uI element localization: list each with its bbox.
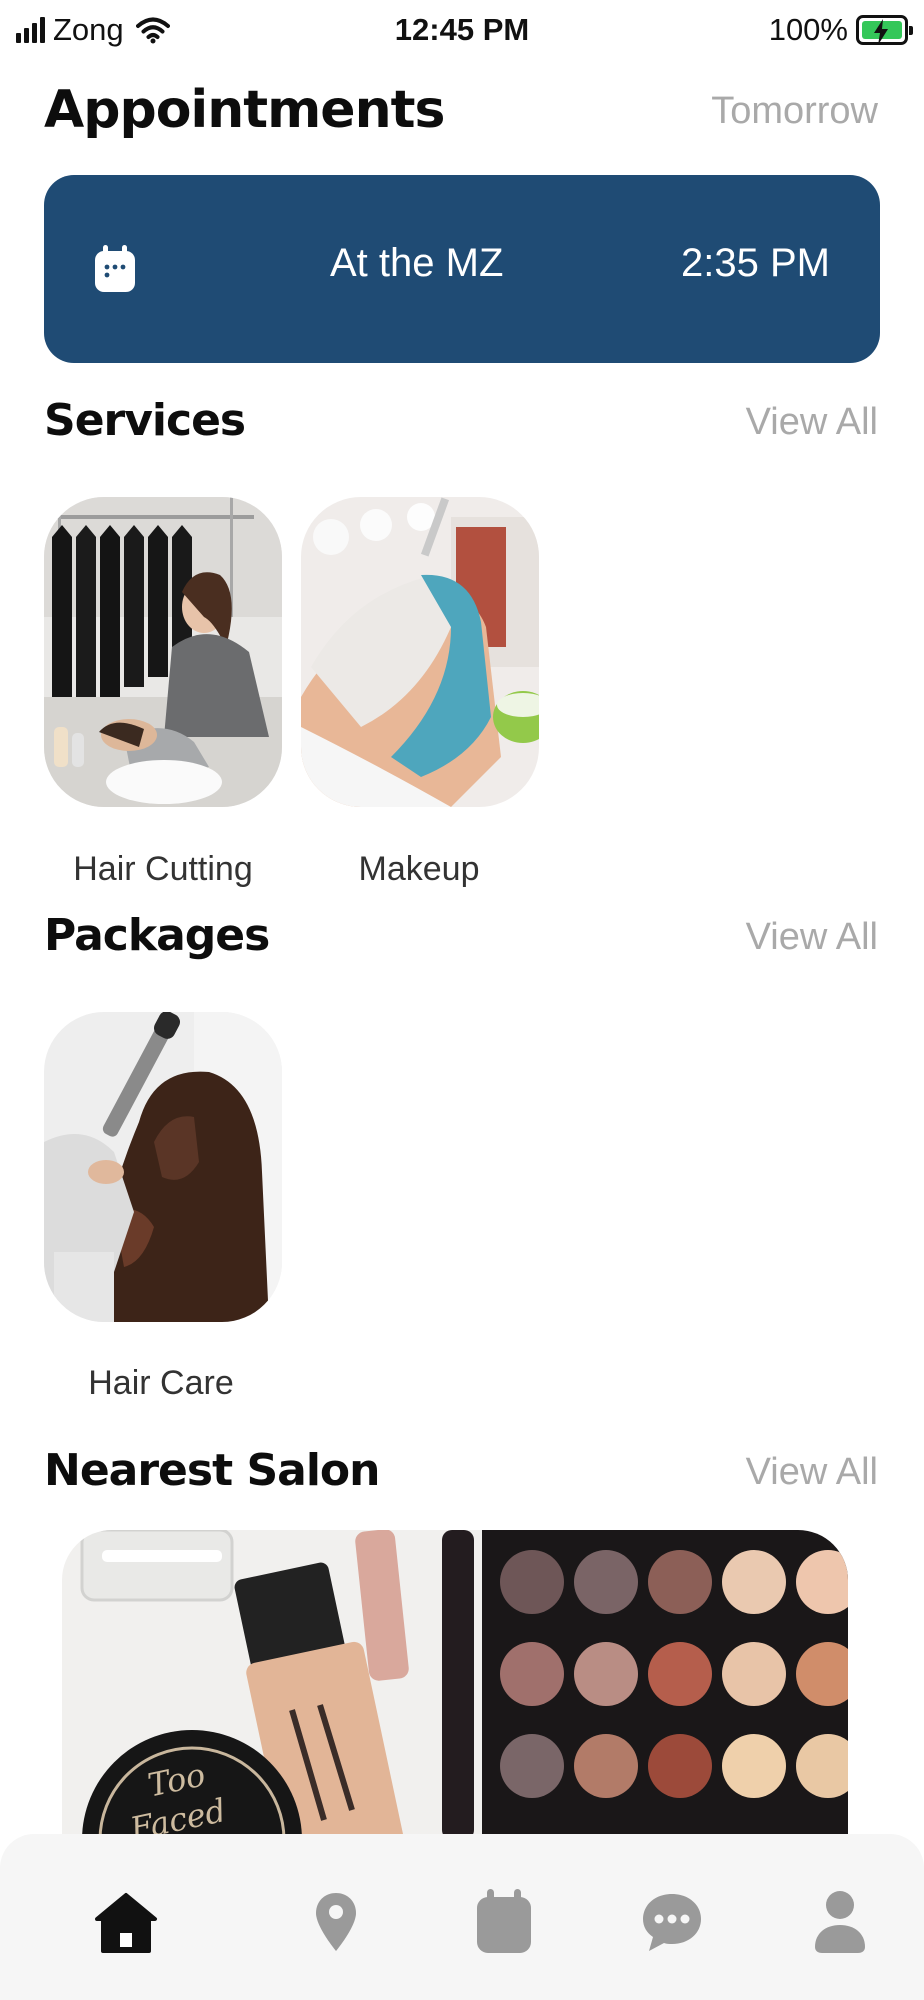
eyeshadow-pan	[574, 1734, 638, 1798]
salon-hair-wash-photo	[44, 497, 282, 807]
nav-profile[interactable]	[800, 1882, 880, 1962]
package-label-hair-care: Hair Care	[88, 1364, 234, 1402]
hair-curling-photo	[44, 1012, 282, 1322]
services-view-all-link[interactable]: View All	[746, 401, 878, 444]
nearest-salon-view-all-link[interactable]: View All	[746, 1451, 878, 1494]
eyeshadow-pan	[722, 1550, 786, 1614]
packages-view-all-link[interactable]: View All	[746, 916, 878, 959]
service-label-hair-cutting: Hair Cutting	[73, 850, 253, 888]
bottom-nav-bar	[0, 1834, 924, 2000]
eyeshadow-pan	[648, 1642, 712, 1706]
package-tile-hair-care[interactable]	[44, 1012, 282, 1322]
eyeshadow-pan	[648, 1550, 712, 1614]
home-icon	[95, 1893, 157, 1953]
battery-percentage: 100%	[768, 12, 848, 47]
chat-bubble-icon	[643, 1894, 701, 1951]
nav-location[interactable]	[296, 1882, 376, 1962]
eyeshadow-pan	[500, 1550, 564, 1614]
nav-messages[interactable]	[632, 1882, 712, 1962]
calendar-icon	[95, 245, 135, 292]
eyeshadow-pan	[574, 1550, 638, 1614]
service-tile-makeup[interactable]	[301, 497, 539, 807]
nearest-salon-title: Nearest Salon	[44, 1445, 380, 1496]
profile-icon	[815, 1891, 865, 1953]
eyeshadow-pan	[722, 1642, 786, 1706]
appointment-place: At the MZ	[330, 241, 504, 285]
services-title: Services	[44, 395, 246, 446]
location-pin-icon	[316, 1893, 356, 1951]
battery-icon	[856, 15, 913, 45]
tomorrow-filter-link[interactable]: Tomorrow	[711, 90, 878, 133]
eyeshadow-pan	[574, 1642, 638, 1706]
packages-title: Packages	[44, 910, 270, 961]
appointment-card[interactable]: At the MZ 2:35 PM	[44, 175, 880, 363]
service-label-makeup: Makeup	[358, 850, 480, 888]
makeup-products-photo: Too Faced	[62, 1530, 848, 1860]
battery-level-fill	[862, 19, 902, 45]
charging-bolt-icon	[874, 19, 888, 45]
eyeshadow-pan	[648, 1734, 712, 1798]
nearest-salon-card[interactable]: Too Faced	[62, 1530, 848, 1860]
status-right: 100%	[768, 12, 913, 48]
nav-appointments[interactable]	[464, 1882, 544, 1962]
appointment-time: 2:35 PM	[681, 241, 830, 285]
service-tile-hair-cutting[interactable]	[44, 497, 282, 807]
eyeshadow-pan	[500, 1642, 564, 1706]
facial-mask-photo	[301, 497, 539, 807]
appointments-title: Appointments	[44, 80, 445, 140]
status-bar: Zong 12:45 PM 100%	[0, 0, 924, 62]
nav-home[interactable]	[86, 1882, 166, 1962]
calendar-icon	[477, 1889, 531, 1953]
eyeshadow-pan	[722, 1734, 786, 1798]
eyeshadow-pan	[500, 1734, 564, 1798]
